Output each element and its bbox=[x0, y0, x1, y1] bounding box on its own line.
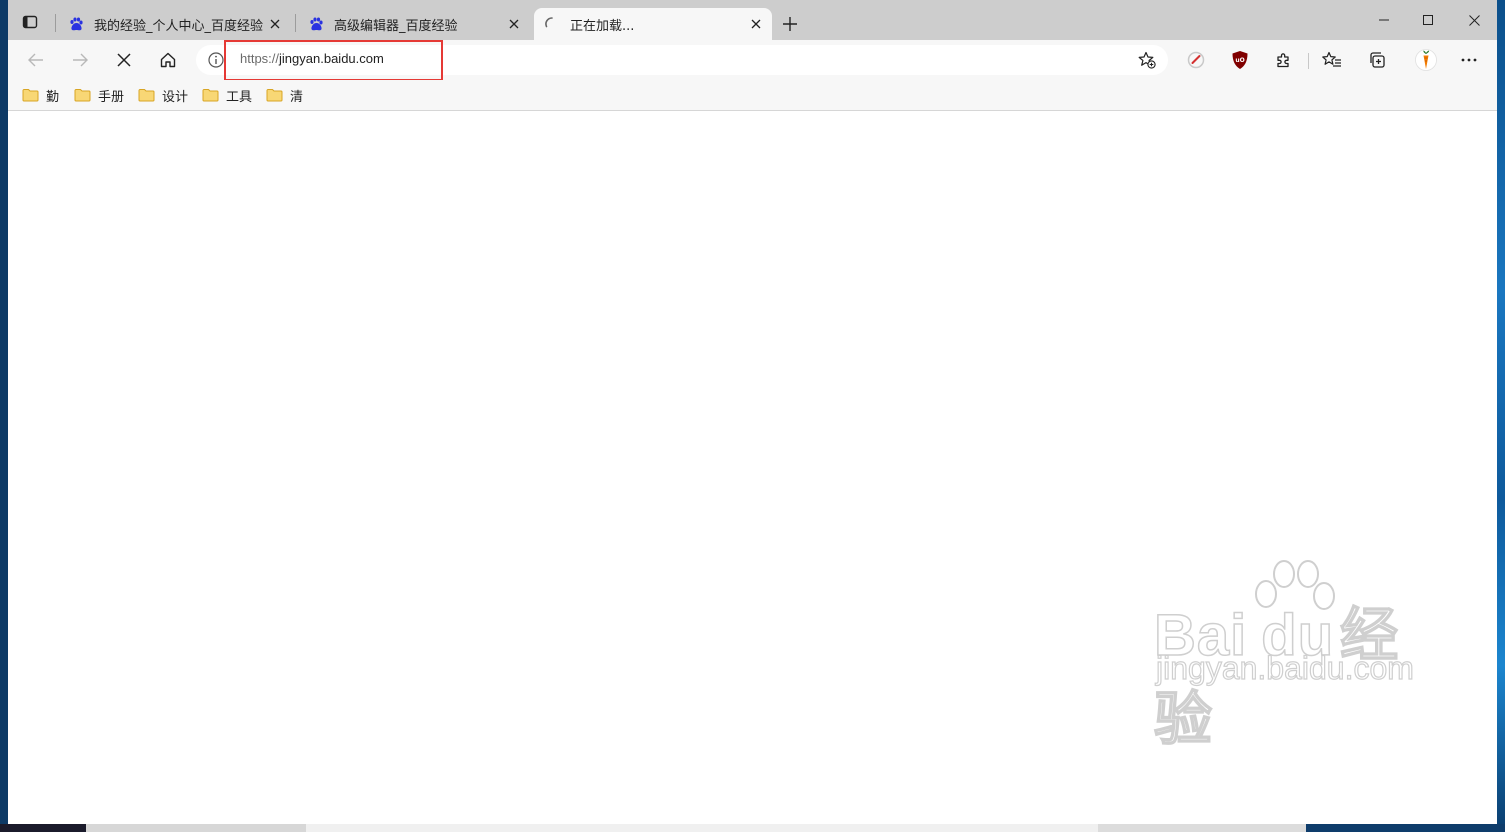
add-favorite-icon[interactable] bbox=[1138, 51, 1156, 69]
bookmarks-bar: 勤 手册 设计 工具 清 bbox=[8, 80, 1497, 111]
close-icon bbox=[1468, 14, 1480, 26]
browser-toolbar: https://jingyan.baidu.com uO bbox=[8, 40, 1497, 81]
tab-advanced-editor[interactable]: 高级编辑器_百度经验 bbox=[298, 8, 530, 40]
url-host: jingyan.baidu.com bbox=[279, 51, 384, 66]
puzzle-icon bbox=[1277, 53, 1289, 68]
folder-icon bbox=[266, 89, 283, 102]
browser-window: 我的经验_个人中心_百度经验 高级编辑器_百度经验 正在加载... https:… bbox=[8, 0, 1497, 824]
tab-actions-button[interactable] bbox=[20, 12, 40, 32]
url-text[interactable]: https://jingyan.baidu.com bbox=[240, 51, 384, 66]
gauge-icon bbox=[1187, 51, 1205, 69]
tab-separator bbox=[295, 14, 296, 32]
close-icon bbox=[117, 53, 131, 67]
extension-speed-button[interactable] bbox=[1182, 46, 1210, 74]
collections-button[interactable] bbox=[1363, 46, 1391, 74]
forward-button[interactable] bbox=[66, 46, 94, 74]
folder-icon bbox=[138, 89, 155, 102]
baidu-paw-icon bbox=[68, 16, 84, 32]
maximize-button[interactable] bbox=[1405, 4, 1451, 36]
bookmark-folder[interactable]: 设计 bbox=[138, 84, 188, 106]
tab-title: 高级编辑器_百度经验 bbox=[334, 18, 458, 34]
tab-close-button[interactable] bbox=[263, 12, 287, 36]
baidu-jingyan-watermark: Bai du 经验 jingyan.baidu.com bbox=[1153, 554, 1434, 753]
desktop-taskbar-strip bbox=[0, 824, 1505, 832]
bookmark-label: 工具 bbox=[226, 89, 253, 105]
profile-avatar-button[interactable] bbox=[1412, 46, 1440, 74]
toolbar-divider bbox=[1308, 53, 1309, 69]
close-icon bbox=[270, 19, 280, 29]
settings-more-button[interactable] bbox=[1455, 46, 1483, 74]
tab-my-experience[interactable]: 我的经验_个人中心_百度经验 bbox=[58, 8, 291, 40]
favorites-button[interactable] bbox=[1318, 46, 1346, 74]
bookmark-label: 勤 bbox=[46, 89, 60, 105]
tab-title: 我的经验_个人中心_百度经验 bbox=[94, 18, 263, 34]
folder-icon bbox=[202, 89, 219, 102]
watermark-url: jingyan.baidu.com bbox=[1155, 649, 1414, 686]
new-tab-button[interactable] bbox=[778, 12, 802, 36]
extensions-button[interactable] bbox=[1270, 46, 1298, 74]
stop-loading-button[interactable] bbox=[110, 46, 138, 74]
bookmark-label: 清 bbox=[290, 89, 304, 105]
svg-text:uO: uO bbox=[1235, 57, 1244, 64]
folder-icon bbox=[22, 89, 39, 102]
minimize-button[interactable] bbox=[1361, 4, 1407, 36]
address-bar[interactable]: https://jingyan.baidu.com bbox=[196, 45, 1168, 75]
tab-actions-icon bbox=[22, 15, 38, 29]
folder-icon bbox=[74, 89, 91, 102]
ublock-shield-icon: uO bbox=[1232, 51, 1248, 69]
tab-loading[interactable]: 正在加载... bbox=[534, 8, 772, 40]
collections-icon bbox=[1370, 52, 1385, 68]
loading-spinner-icon bbox=[544, 16, 560, 32]
back-button[interactable] bbox=[22, 46, 50, 74]
maximize-icon bbox=[1423, 15, 1433, 25]
desktop-background-right bbox=[1497, 0, 1505, 832]
home-icon bbox=[160, 52, 176, 68]
baidu-paw-icon bbox=[308, 16, 324, 32]
tab-separator bbox=[55, 14, 56, 32]
close-icon bbox=[751, 19, 761, 29]
home-button[interactable] bbox=[154, 46, 182, 74]
url-scheme: https:// bbox=[240, 51, 280, 66]
bookmark-label: 设计 bbox=[162, 89, 189, 105]
bookmark-folder[interactable]: 勤 bbox=[22, 84, 59, 106]
info-icon[interactable] bbox=[208, 52, 224, 68]
bookmark-folder[interactable]: 工具 bbox=[202, 84, 252, 106]
bookmark-folder[interactable]: 手册 bbox=[74, 84, 124, 106]
arrow-left-icon bbox=[28, 53, 43, 67]
ublock-origin-button[interactable]: uO bbox=[1226, 46, 1254, 74]
tab-close-button[interactable] bbox=[744, 12, 768, 36]
tab-close-button[interactable] bbox=[502, 12, 526, 36]
close-window-button[interactable] bbox=[1451, 4, 1497, 36]
bookmark-folder[interactable]: 清 bbox=[266, 84, 303, 106]
avatar-icon bbox=[1415, 49, 1437, 71]
arrow-right-icon bbox=[73, 53, 88, 67]
plus-icon bbox=[783, 17, 797, 31]
tab-title: 正在加载... bbox=[570, 18, 635, 34]
favorites-list-icon bbox=[1322, 51, 1341, 67]
close-icon bbox=[509, 19, 519, 29]
tab-strip: 我的经验_个人中心_百度经验 高级编辑器_百度经验 正在加载... bbox=[8, 0, 1497, 40]
bookmark-label: 手册 bbox=[98, 89, 125, 105]
minimize-icon bbox=[1379, 19, 1389, 21]
more-dots-icon bbox=[1461, 58, 1477, 62]
